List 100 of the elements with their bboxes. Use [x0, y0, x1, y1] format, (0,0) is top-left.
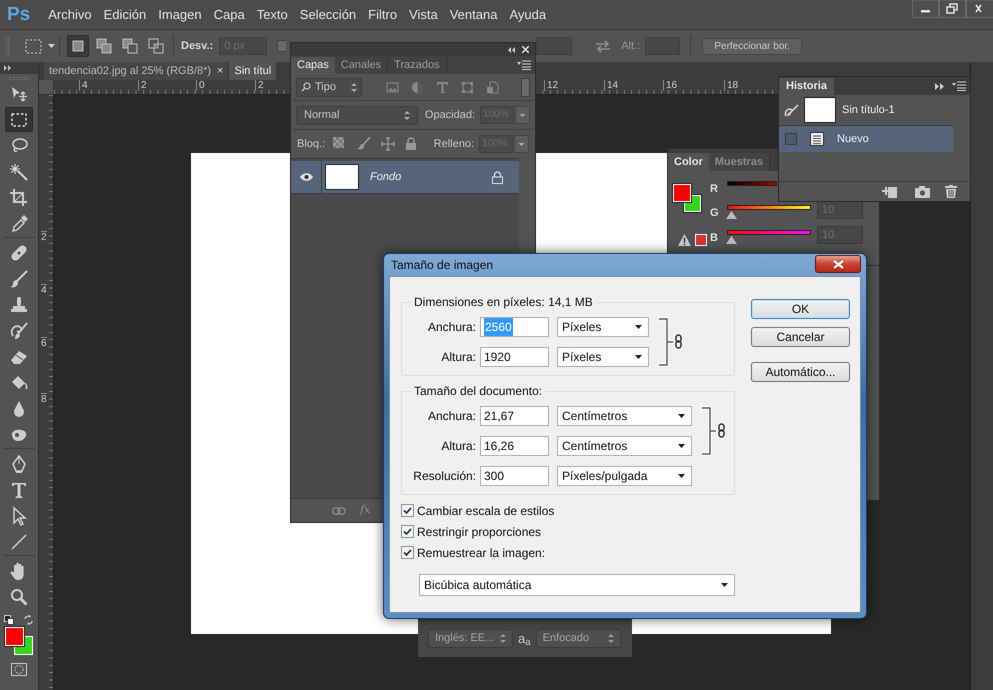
menu-item[interactable]: Vista: [404, 4, 443, 24]
eye-icon[interactable]: [300, 173, 312, 181]
pen-tool-icon: [9, 454, 29, 474]
add-selection-icon: [95, 37, 113, 55]
menu-item[interactable]: Selección: [294, 4, 362, 24]
number-field[interactable]: 16,26: [480, 436, 549, 456]
antialias-checkbox[interactable]: [277, 40, 286, 52]
history-state[interactable]: Nuevo: [779, 126, 953, 152]
marquee-icon[interactable]: [25, 38, 42, 54]
history-checkbox[interactable]: [785, 133, 797, 145]
restore-icon[interactable]: [939, 0, 966, 18]
new-document-icon[interactable]: [882, 185, 897, 198]
unit-dropdown[interactable]: Píxeles: [557, 347, 649, 367]
intersect-selection-icon: [147, 37, 165, 55]
caret-icon[interactable]: [48, 44, 55, 48]
eyedropper-tool-icon: [9, 214, 29, 234]
swap-colors-icon[interactable]: [24, 615, 34, 625]
dialog-button[interactable]: OK: [751, 299, 850, 319]
channel-label: G: [710, 206, 720, 221]
close-icon[interactable]: [966, 0, 993, 18]
ruler-label: 0: [196, 80, 205, 91]
snapshot-name: Sin título-1: [842, 102, 895, 118]
brush-tool-icon: [9, 268, 29, 288]
quick-mask-icon[interactable]: [11, 663, 27, 676]
group-label: Dimensiones en píxeles: 14,1 MB: [413, 294, 594, 311]
dialog-button[interactable]: Cancelar: [751, 327, 850, 347]
ruler-label: 2: [138, 80, 147, 91]
expand-icon[interactable]: [4, 65, 12, 71]
unit-dropdown[interactable]: Centímetros: [557, 436, 692, 456]
menu-item[interactable]: Filtro: [363, 4, 402, 24]
collapse-icon[interactable]: [507, 46, 515, 52]
dropdown-icon[interactable]: [514, 135, 529, 153]
panel-tab[interactable]: Canales: [334, 57, 388, 74]
expand-icon[interactable]: [935, 83, 944, 90]
menu-item[interactable]: Edición: [98, 4, 152, 24]
unit-dropdown[interactable]: Píxeles/pulgada: [557, 466, 692, 486]
layer-row[interactable]: Fondo: [291, 161, 519, 194]
menu-item[interactable]: Ventana: [444, 4, 502, 24]
minimize-icon[interactable]: [912, 0, 939, 18]
updown-arrows-icon: [608, 634, 614, 643]
lock-brush-icon[interactable]: [357, 137, 372, 151]
number-field[interactable]: 300: [480, 466, 549, 486]
document-tab[interactable]: tendencia02.jpg al 25% (RGB/8*) ×: [44, 62, 230, 80]
filter-toggle[interactable]: [521, 78, 530, 96]
ruler-label: 2: [255, 80, 264, 91]
dialog-button[interactable]: Automático...: [751, 362, 850, 382]
width-field[interactable]: [536, 37, 572, 55]
panel-tab[interactable]: Trazados: [388, 57, 447, 74]
panel-tab[interactable]: Historia: [779, 78, 834, 95]
field-label: Anchura:: [426, 408, 477, 425]
document-tab[interactable]: Sin títul: [229, 62, 276, 80]
gamut-color-swatch[interactable]: [695, 234, 707, 246]
close-icon: [832, 260, 844, 268]
checkbox-label: Remuestrear la imagen:: [417, 544, 546, 562]
ruler-label: 4: [41, 284, 47, 296]
panel-tab[interactable]: Capas: [291, 57, 335, 74]
number-field[interactable]: 1920: [480, 347, 549, 367]
checked-checkbox-icon[interactable]: [401, 504, 414, 517]
dropdown-icon[interactable]: [515, 106, 530, 124]
checked-checkbox-icon[interactable]: [401, 546, 414, 559]
resample-dropdown[interactable]: Bicúbica automática: [419, 574, 735, 596]
default-colors-icon[interactable]: [4, 615, 14, 625]
panel-menu-icon[interactable]: [517, 60, 531, 70]
menu-item[interactable]: Imagen: [153, 4, 207, 24]
color-swatches-icon[interactable]: [4, 626, 34, 656]
panel-menu-icon[interactable]: [952, 81, 966, 91]
trash-icon[interactable]: [945, 185, 957, 198]
menu-item[interactable]: Texto: [252, 4, 293, 24]
marquee-tool-button[interactable]: [5, 107, 33, 132]
refine-edge-button[interactable]: Perfeccionar bor.: [702, 38, 802, 54]
unit-dropdown[interactable]: Píxeles: [557, 317, 649, 337]
caret-icon: [635, 355, 642, 359]
height-label: Alt.:: [621, 38, 640, 54]
unit-dropdown[interactable]: Centímetros: [557, 406, 692, 426]
foreground-color-swatch[interactable]: [673, 184, 691, 202]
line-tool-icon: [9, 532, 29, 552]
ruler-label: 14: [604, 80, 618, 91]
menu-item[interactable]: Capa: [208, 4, 250, 24]
ruler-label: 4: [79, 80, 88, 91]
close-button[interactable]: [815, 255, 861, 273]
checkbox-label: Restringir proporciones: [417, 524, 542, 540]
selection-mode-button[interactable]: [67, 35, 89, 57]
menu-item[interactable]: Archivo: [43, 4, 97, 24]
lock-label: Bloq.:: [297, 136, 326, 152]
ruler-label: 16: [663, 80, 678, 91]
tab-close-button[interactable]: ×: [217, 62, 224, 80]
panel-tab[interactable]: Color: [668, 153, 709, 171]
ruler-label: 12: [544, 80, 558, 91]
color-slider-track[interactable]: [727, 181, 777, 186]
history-brush-icon: [784, 104, 799, 116]
filter-dropdown[interactable]: Tipo: [296, 78, 362, 96]
menu-item[interactable]: Ayuda: [504, 4, 552, 24]
number-field[interactable]: 21,67: [480, 406, 549, 426]
channel-label: R: [710, 182, 719, 197]
camera-icon[interactable]: [915, 186, 930, 198]
checked-checkbox-icon[interactable]: [401, 525, 414, 538]
snapshot-thumbnail: [804, 97, 836, 123]
blend-mode-dropdown[interactable]: Normal: [296, 106, 418, 124]
move-arrows-icon[interactable]: [381, 137, 396, 151]
history-tool-icon: [9, 320, 29, 340]
